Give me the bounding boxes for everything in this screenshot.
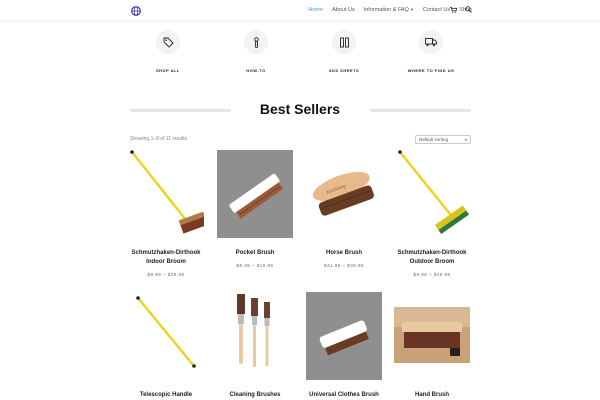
sort-select-value: Default sorting [419,137,449,142]
results-count: Showing 1–8 of 11 results [130,136,188,142]
product-card[interactable]: Schmutzhaken-Dirthook Indoor Broom $9.95… [128,150,208,277]
product-name[interactable]: Pocket Brush [217,249,293,258]
product-image-horse-brush[interactable]: Kochshop [306,150,382,238]
quick-link-label: HOW-TO [246,68,266,73]
product-name[interactable]: Schmutzhaken-Dirthook Outdoor Broom [394,249,470,267]
nav-home[interactable]: Home [308,7,323,13]
product-price: $8.45 – $15.95 [236,263,274,268]
product-card[interactable]: Hand Brush [394,292,470,400]
product-image-cleaning-brushes[interactable] [217,292,293,380]
truck-icon [425,38,437,47]
product-card[interactable]: Pocket Brush $8.45 – $15.95 [217,150,293,268]
chevron-down-icon: ▼ [409,7,414,12]
product-name[interactable]: Cleaning Brushes [217,391,293,400]
product-image-pocket-brush[interactable] [217,150,293,238]
product-card[interactable]: Telescopic Handle [128,292,204,400]
product-card[interactable]: Universal Clothes Brush [306,292,382,400]
product-name[interactable]: Universal Clothes Brush [306,391,382,400]
nav-about-us[interactable]: About Us [332,7,355,13]
site-logo-icon[interactable] [131,6,141,16]
product-name[interactable]: Horse Brush [306,249,382,258]
quick-links: SHOP ALL HOW-TO SDS SHEETS WHERE TO FIND… [0,30,600,80]
product-name[interactable]: Hand Brush [394,391,470,400]
quick-link-sds-sheets[interactable]: SDS SHEETS [314,30,374,73]
product-image-clothes-brush[interactable] [306,292,382,380]
chevron-down-icon: ▾ [464,137,467,142]
product-card[interactable]: Cleaning Brushes [217,292,293,400]
product-name[interactable]: Schmutzhaken-Dirthook Indoor Broom [128,249,204,267]
sheets-icon [339,37,349,47]
search-icon[interactable] [465,6,472,13]
quick-link-label: SHOP ALL [155,68,180,73]
product-card[interactable]: Schmutzhaken-Dirthook Outdoor Broom $9.9… [394,150,470,277]
quick-link-where-to-find-us[interactable]: WHERE TO FIND US [401,30,461,73]
product-price: $31.95 – $38.95 [323,263,365,268]
site-header: Home About Us Information & FAQ▼ Contact… [0,0,600,20]
wrench-icon [253,36,259,48]
product-price: $9.95 – $29.95 [147,272,185,277]
section-title: Best Sellers [259,101,341,117]
nav-information-faq-label: Information & FAQ [363,7,409,13]
quick-link-how-to[interactable]: HOW-TO [226,30,286,73]
product-name[interactable]: Telescopic Handle [128,391,204,400]
cart-icon[interactable] [450,7,457,13]
nav-contact-us[interactable]: Contact Us [423,7,450,13]
quick-link-label: SDS SHEETS [328,68,360,73]
product-image-broom-indoor[interactable] [128,150,208,238]
nav-information-faq[interactable]: Information & FAQ▼ [364,7,414,13]
main-nav: Home About Us Information & FAQ▼ Contact… [308,0,472,20]
quick-link-shop-all[interactable]: SHOP ALL [138,30,198,73]
product-image-telescopic-handle[interactable] [128,292,204,380]
product-image-hand-brush[interactable] [394,292,470,380]
quick-link-label: WHERE TO FIND US [407,68,455,73]
product-price: $9.95 – $45.95 [413,272,451,277]
sort-select[interactable]: Default sorting ▾ [415,135,471,144]
tag-icon [163,37,174,48]
product-image-broom-outdoor[interactable] [394,150,470,238]
product-card[interactable]: Kochshop Horse Brush $31.95 – $38.95 [306,150,382,268]
